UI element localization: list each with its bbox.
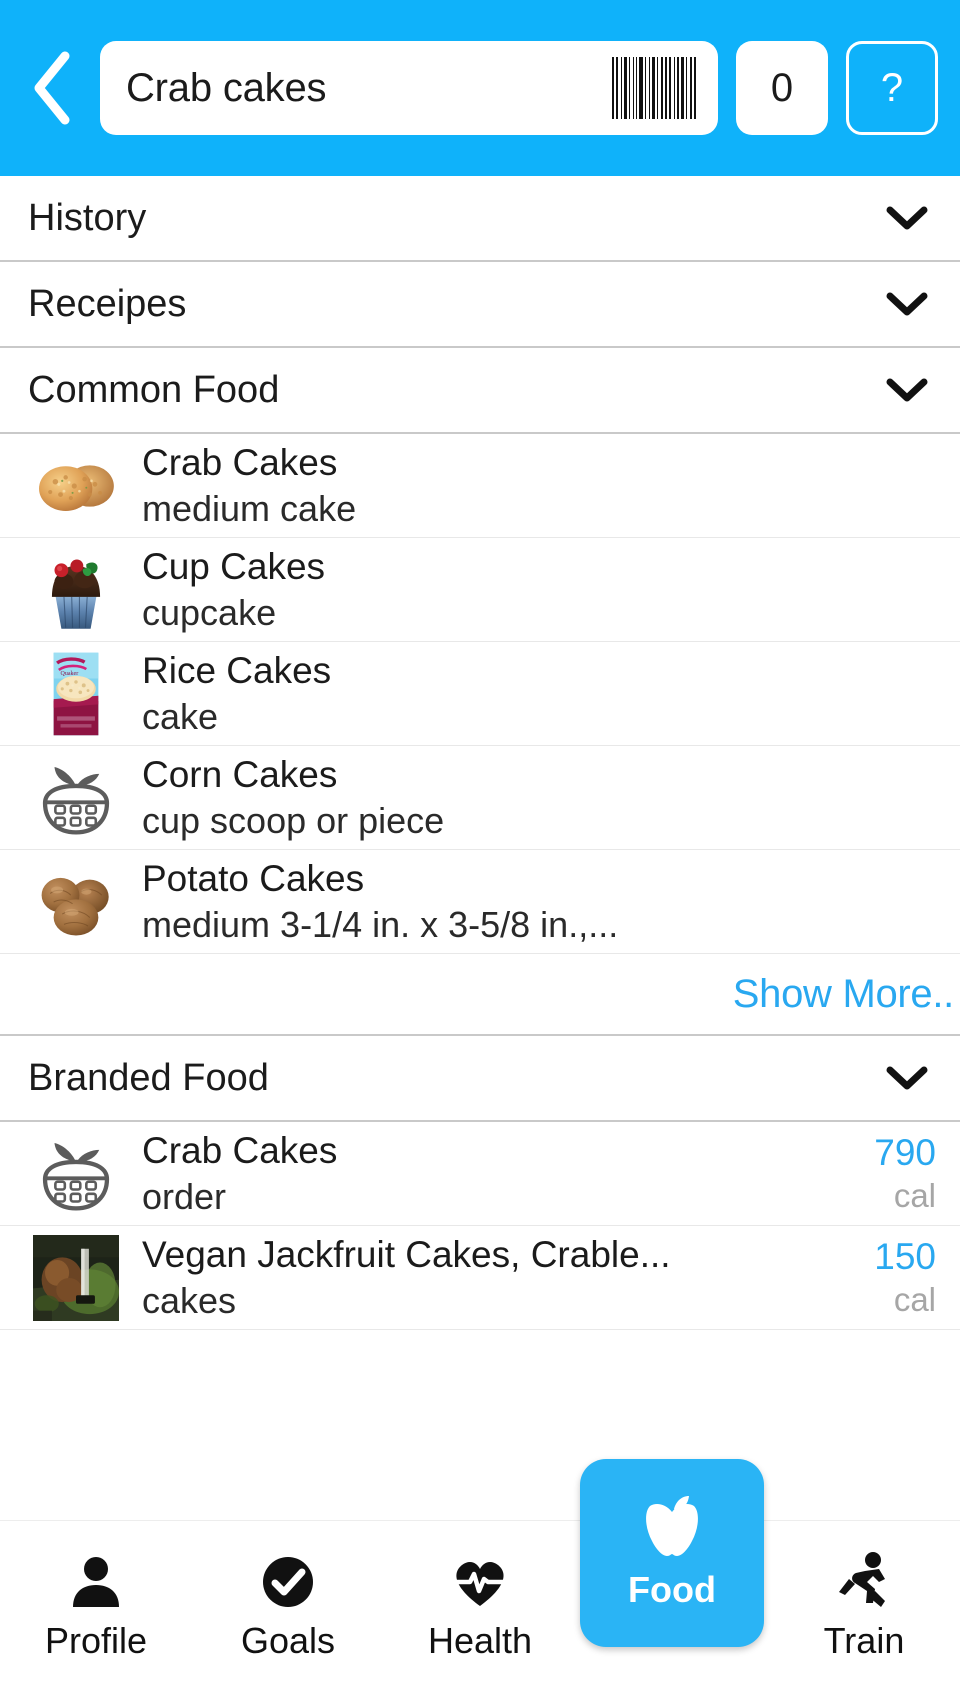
food-row-text: Vegan Jackfruit Cakes, Crable... cakes xyxy=(130,1233,860,1322)
food-name: Rice Cakes xyxy=(142,649,332,691)
section-title: Branded Food xyxy=(28,1056,269,1099)
food-row[interactable]: Crab Cakes order 790 cal xyxy=(0,1122,960,1226)
apple-placeholder-icon xyxy=(33,1131,119,1217)
bottom-tab-bar: Profile Goals Health Food Train xyxy=(0,1459,960,1688)
search-input[interactable]: Crab cakes xyxy=(100,41,718,135)
section-title: Receipes xyxy=(28,282,187,325)
food-thumbnail-wrapper xyxy=(22,856,130,948)
tab-label: Profile xyxy=(44,1619,148,1661)
food-row[interactable]: Cup Cakes cupcake xyxy=(0,538,960,642)
food-thumbnail-wrapper xyxy=(22,440,130,532)
app-header: Crab cakes 0 ? xyxy=(0,0,960,176)
tab-label: Health xyxy=(427,1619,533,1661)
calorie-value: 150 xyxy=(874,1236,936,1278)
food-name: Crab Cakes xyxy=(142,1129,338,1171)
food-serving: cupcake xyxy=(142,591,277,633)
show-more-link[interactable]: Show More.. xyxy=(733,972,955,1017)
food-row[interactable]: Vegan Jackfruit Cakes, Crable... cakes 1… xyxy=(0,1226,960,1330)
cart-count-button[interactable]: 0 xyxy=(736,41,828,135)
search-input-value: Crab cakes xyxy=(126,65,327,110)
food-row[interactable]: Crab Cakes medium cake xyxy=(0,434,960,538)
section-title: History xyxy=(28,196,147,239)
tab-train[interactable]: Train xyxy=(768,1521,960,1688)
crabcake-photo xyxy=(33,443,119,529)
potato-photo xyxy=(33,859,119,945)
calorie-block: 790 cal xyxy=(860,1132,936,1214)
food-name: Corn Cakes xyxy=(142,753,338,795)
food-row-text: Potato Cakes medium 3-1/4 in. x 3-5/8 in… xyxy=(130,857,936,946)
back-button[interactable] xyxy=(24,42,82,134)
food-thumbnail-wrapper xyxy=(22,1232,130,1324)
check-circle-icon xyxy=(259,1551,317,1613)
heart-pulse-icon xyxy=(450,1551,510,1613)
tab-profile[interactable]: Profile xyxy=(0,1521,192,1688)
food-row-text: Cup Cakes cupcake xyxy=(130,545,936,634)
section-header-common-food[interactable]: Common Food xyxy=(0,348,960,434)
food-name: Potato Cakes xyxy=(142,857,365,899)
jackfruit-photo xyxy=(33,1234,119,1321)
apple-icon xyxy=(639,1496,705,1560)
tab-label: Food xyxy=(628,1569,716,1610)
section-header-branded-food[interactable]: Branded Food xyxy=(0,1036,960,1122)
runner-icon xyxy=(835,1551,893,1613)
cupcake-photo xyxy=(33,547,119,633)
food-row-text: Rice Cakes cake xyxy=(130,649,936,738)
food-name: Crab Cakes xyxy=(142,441,338,483)
person-icon xyxy=(67,1551,125,1613)
help-icon-label: ? xyxy=(880,65,904,110)
food-serving: cake xyxy=(142,695,219,737)
food-thumbnail-wrapper xyxy=(22,1128,130,1220)
cart-count-label: 0 xyxy=(770,65,794,110)
food-row[interactable]: Quaker Rice Cakes cake xyxy=(0,642,960,746)
food-serving: medium 3-1/4 in. x 3-5/8 in.,... xyxy=(142,903,619,945)
chevron-down-icon[interactable] xyxy=(886,291,928,317)
apple-placeholder-icon xyxy=(33,755,119,841)
section-title: Common Food xyxy=(28,368,280,411)
food-row[interactable]: Potato Cakes medium 3-1/4 in. x 3-5/8 in… xyxy=(0,850,960,954)
tab-goals[interactable]: Goals xyxy=(192,1521,384,1688)
chevron-left-icon xyxy=(31,50,75,126)
tab-health[interactable]: Health xyxy=(384,1521,576,1688)
section-header-receipes[interactable]: Receipes xyxy=(0,262,960,348)
active-tab-pill[interactable]: Food xyxy=(580,1459,764,1647)
food-thumbnail-wrapper: Quaker xyxy=(22,648,130,740)
show-more-row: Show More.. xyxy=(0,954,960,1036)
food-row[interactable]: Corn Cakes cup scoop or piece xyxy=(0,746,960,850)
food-row-text: Crab Cakes order xyxy=(130,1129,860,1218)
help-button[interactable]: ? xyxy=(846,41,938,135)
food-serving: order xyxy=(142,1175,227,1217)
food-row-text: Crab Cakes medium cake xyxy=(130,441,936,530)
tab-label: Goals xyxy=(240,1619,336,1661)
chevron-down-icon[interactable] xyxy=(886,377,928,403)
search-results-list[interactable]: History Receipes Common Food Crab Cakes … xyxy=(0,176,960,1520)
app-root: Crab cakes 0 ? History Receipes Common F… xyxy=(0,0,960,1688)
food-row-text: Corn Cakes cup scoop or piece xyxy=(130,753,936,842)
section-header-history[interactable]: History xyxy=(0,176,960,262)
ricecake-package: Quaker xyxy=(33,651,119,737)
calorie-block: 150 cal xyxy=(860,1236,936,1318)
barcode-icon[interactable] xyxy=(612,57,696,119)
food-serving: cakes xyxy=(142,1279,237,1321)
food-name: Cup Cakes xyxy=(142,545,326,587)
chevron-down-icon[interactable] xyxy=(886,1065,928,1091)
calorie-value: 790 xyxy=(874,1132,936,1174)
tab-label: Train xyxy=(823,1619,905,1661)
tab-food[interactable]: Food xyxy=(576,1459,768,1688)
calorie-unit: cal xyxy=(893,1176,936,1214)
food-thumbnail-wrapper xyxy=(22,544,130,636)
food-serving: cup scoop or piece xyxy=(142,799,445,841)
food-thumbnail-wrapper xyxy=(22,752,130,844)
food-serving: medium cake xyxy=(142,487,357,529)
calorie-unit: cal xyxy=(893,1280,936,1318)
food-name: Vegan Jackfruit Cakes, Crable... xyxy=(142,1233,671,1275)
chevron-down-icon[interactable] xyxy=(886,205,928,231)
